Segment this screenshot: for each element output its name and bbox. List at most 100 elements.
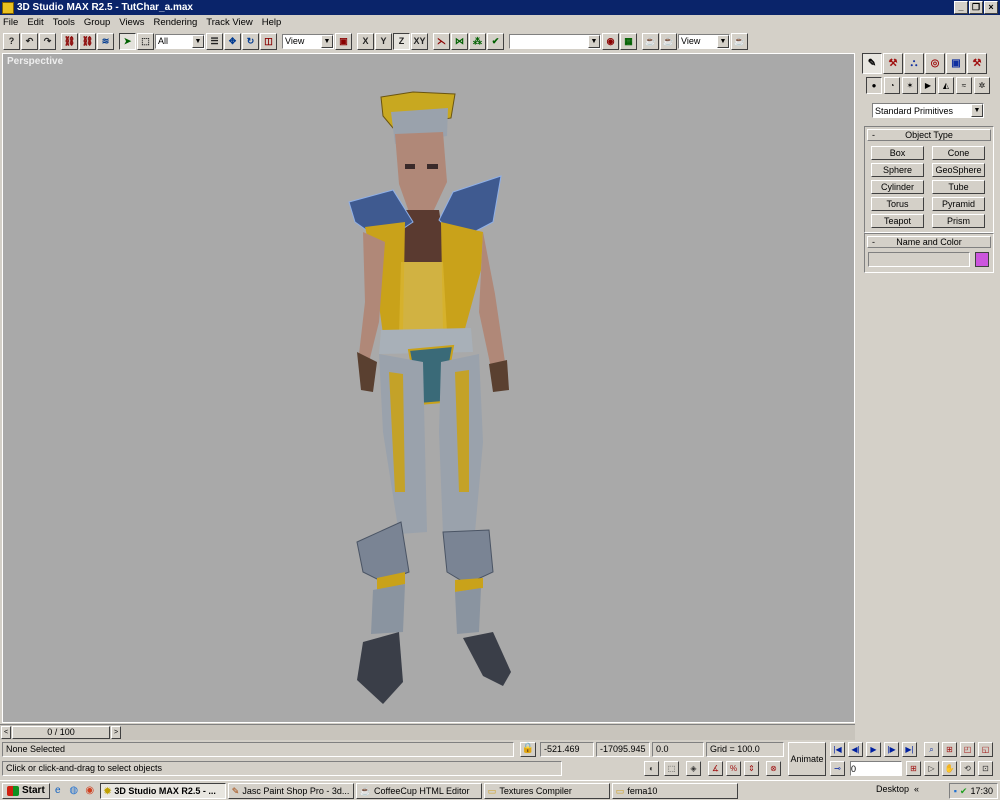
shapes-icon[interactable]: ◔ bbox=[884, 77, 900, 94]
render-last-icon[interactable]: ☕ bbox=[731, 32, 748, 50]
box-button[interactable]: Box bbox=[871, 146, 924, 160]
task-paint-shop-pro[interactable]: ✎ Jasc Paint Shop Pro - 3d... bbox=[227, 782, 354, 799]
snap-options-icon[interactable]: ⬚ bbox=[664, 761, 679, 776]
sphere-button[interactable]: Sphere bbox=[871, 163, 924, 177]
zoom-all-icon[interactable]: ⊞ bbox=[942, 742, 957, 757]
menu-rendering[interactable]: Rendering bbox=[153, 17, 197, 28]
task-textures-compiler[interactable]: ▭ Textures Compiler bbox=[483, 782, 610, 799]
angle-snap-icon[interactable]: ∡ bbox=[708, 761, 723, 776]
lights-icon[interactable]: ✶ bbox=[902, 77, 918, 94]
menu-edit[interactable]: Edit bbox=[27, 17, 43, 28]
tube-button[interactable]: Tube bbox=[932, 180, 985, 194]
cone-button[interactable]: Cone bbox=[932, 146, 985, 160]
hierarchy-tab-icon[interactable]: ⛬ bbox=[904, 53, 924, 74]
close-button[interactable]: × bbox=[984, 1, 998, 14]
desktop-toolbar-label[interactable]: Desktop bbox=[876, 784, 909, 794]
scale-icon[interactable]: ◫ bbox=[260, 32, 277, 50]
cameras-icon[interactable]: ▶ bbox=[920, 77, 936, 94]
perspective-viewport[interactable]: Perspective bbox=[2, 53, 855, 723]
zoom-icon[interactable]: ⌕ bbox=[924, 742, 939, 757]
next-frame-icon[interactable]: |▶ bbox=[884, 742, 899, 757]
align-icon[interactable]: ✔ bbox=[487, 32, 504, 50]
pivot-center-icon[interactable]: ▣ bbox=[335, 32, 352, 50]
modify-tab-icon[interactable]: ⚒ bbox=[883, 53, 903, 74]
go-to-end-icon[interactable]: ▶| bbox=[902, 742, 917, 757]
teapot-button[interactable]: Teapot bbox=[871, 214, 924, 228]
zoom-extents-all-icon[interactable]: ◱ bbox=[978, 742, 993, 757]
security-tray-icon[interactable]: ✔ bbox=[960, 786, 968, 797]
space-warps-icon[interactable]: ≈ bbox=[956, 77, 972, 94]
axis-z-button[interactable]: Z bbox=[393, 32, 410, 50]
task-coffeecup[interactable]: ☕ CoffeeCup HTML Editor bbox=[355, 782, 482, 799]
move-icon[interactable]: ✥ bbox=[224, 32, 241, 50]
help-icon[interactable]: ? bbox=[3, 32, 20, 50]
menu-file[interactable]: File bbox=[3, 17, 18, 28]
restore-button[interactable]: ❐ bbox=[969, 1, 983, 14]
selection-filter-dropdown[interactable]: All ▼ bbox=[155, 33, 205, 49]
mirror-icon[interactable]: ⋈ bbox=[451, 32, 468, 50]
inverse-kinematics-icon[interactable]: ⋋ bbox=[433, 32, 450, 50]
select-by-name-icon[interactable]: ☰ bbox=[206, 32, 223, 50]
minimize-button[interactable]: _ bbox=[954, 1, 968, 14]
axis-xy-button[interactable]: XY bbox=[411, 32, 428, 50]
time-prev-arrow[interactable]: < bbox=[1, 726, 11, 739]
arc-rotate-icon[interactable]: ⟲ bbox=[960, 761, 975, 776]
axis-y-button[interactable]: Y bbox=[375, 32, 392, 50]
object-category-dropdown[interactable]: Standard Primitives ▼ bbox=[872, 103, 984, 118]
bind-space-warp-icon[interactable]: ≋ bbox=[97, 32, 114, 50]
unlink-icon[interactable]: ⛓ bbox=[79, 32, 96, 50]
time-slider[interactable]: < 0 / 100 > bbox=[0, 724, 855, 740]
min-max-toggle-icon[interactable]: ⊡ bbox=[978, 761, 993, 776]
prism-button[interactable]: Prism bbox=[932, 214, 985, 228]
spinner-snap-icon[interactable]: ⇕ bbox=[744, 761, 759, 776]
reference-coordinate-dropdown[interactable]: View ▼ bbox=[282, 33, 334, 49]
motion-tab-icon[interactable]: ◎ bbox=[925, 53, 945, 74]
current-frame-input[interactable] bbox=[850, 761, 902, 776]
menu-track-view[interactable]: Track View bbox=[206, 17, 252, 28]
time-slider-thumb[interactable]: 0 / 100 bbox=[12, 726, 110, 739]
region-select-icon[interactable]: ⬚ bbox=[137, 32, 154, 50]
play-icon[interactable]: ▶ bbox=[866, 742, 881, 757]
geometry-icon[interactable]: ● bbox=[866, 77, 882, 94]
cube-snap-icon[interactable]: ◈ bbox=[686, 761, 701, 776]
rotate-icon[interactable]: ↻ bbox=[242, 32, 259, 50]
field-of-view-icon[interactable]: ▷ bbox=[924, 761, 939, 776]
create-tab-icon[interactable]: ✎ bbox=[862, 53, 882, 74]
pan-icon[interactable]: ✋ bbox=[942, 761, 957, 776]
object-color-swatch[interactable] bbox=[975, 252, 989, 267]
internet-explorer-icon[interactable]: e bbox=[50, 783, 66, 799]
select-object-icon[interactable]: ➤ bbox=[119, 32, 136, 50]
start-button[interactable]: Start bbox=[2, 782, 50, 799]
systems-icon[interactable]: ✲ bbox=[974, 77, 990, 94]
redo-icon[interactable]: ↷ bbox=[39, 32, 56, 50]
network-tray-icon[interactable]: ▪ bbox=[954, 786, 957, 796]
viewport-label[interactable]: Perspective bbox=[7, 56, 63, 67]
percent-snap-icon[interactable]: % bbox=[726, 761, 741, 776]
pyramid-button[interactable]: Pyramid bbox=[932, 197, 985, 211]
menu-help[interactable]: Help bbox=[262, 17, 282, 28]
render-scene-icon[interactable]: ☕ bbox=[642, 32, 659, 50]
previous-frame-icon[interactable]: ◀| bbox=[848, 742, 863, 757]
task-fema10[interactable]: ▭ fema10 bbox=[611, 782, 738, 799]
named-selection-dropdown[interactable]: ▼ bbox=[509, 33, 601, 49]
chevron-icon[interactable]: « bbox=[914, 784, 919, 794]
link-icon[interactable]: ⛓ bbox=[61, 32, 78, 50]
geosphere-button[interactable]: GeoSphere bbox=[932, 163, 985, 177]
character-model[interactable] bbox=[343, 72, 523, 712]
name-color-header[interactable]: - Name and Color bbox=[867, 236, 991, 248]
display-tab-icon[interactable]: ▣ bbox=[946, 53, 966, 74]
utilities-tab-icon[interactable]: ⚒ bbox=[967, 53, 987, 74]
mirror-snap-icon[interactable]: ⊗ bbox=[766, 761, 781, 776]
time-next-arrow[interactable]: > bbox=[111, 726, 121, 739]
chrome-icon[interactable]: ◉ bbox=[82, 783, 98, 799]
axis-x-button[interactable]: X bbox=[357, 32, 374, 50]
cylinder-button[interactable]: Cylinder bbox=[871, 180, 924, 194]
object-name-input[interactable] bbox=[868, 252, 970, 267]
track-view-icon[interactable]: ▦ bbox=[620, 32, 637, 50]
material-editor-icon[interactable]: ◉ bbox=[602, 32, 619, 50]
snap-toggle-icon[interactable]: ◐ bbox=[644, 761, 659, 776]
network-icon[interactable]: ◍ bbox=[66, 783, 82, 799]
undo-icon[interactable]: ↶ bbox=[21, 32, 38, 50]
animate-button[interactable]: Animate bbox=[788, 742, 826, 776]
key-mode-icon[interactable]: ⊸ bbox=[830, 761, 845, 776]
